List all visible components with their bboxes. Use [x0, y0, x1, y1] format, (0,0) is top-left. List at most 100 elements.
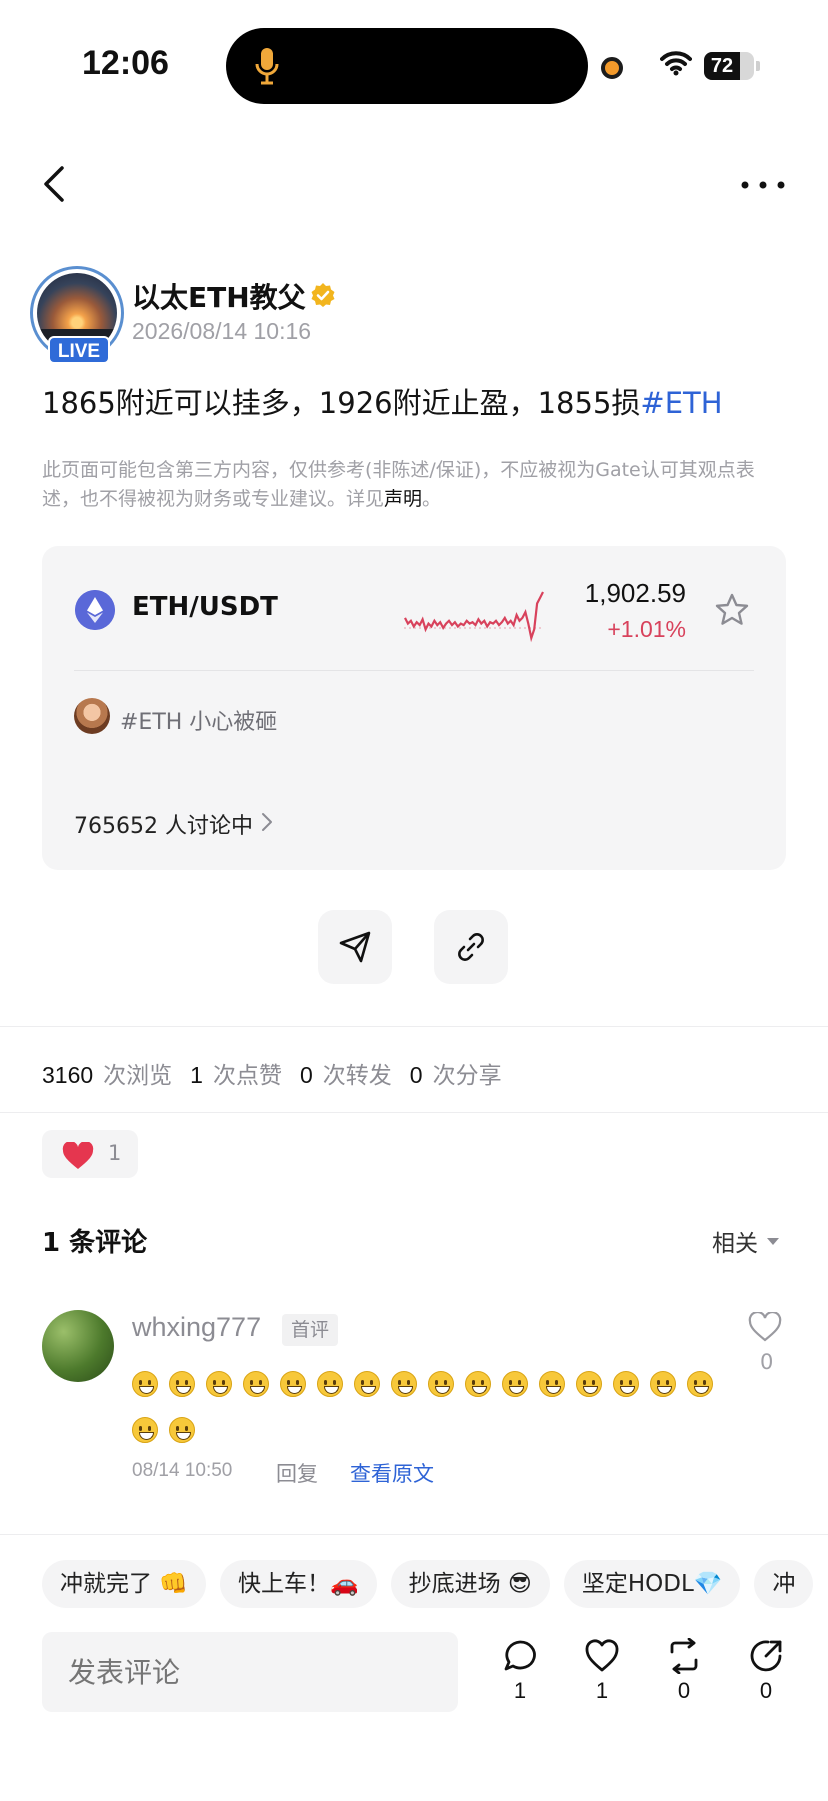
smiley-emoji-icon: [613, 1370, 639, 1397]
dynamic-island: [226, 28, 588, 104]
card-divider: [74, 670, 754, 671]
smiley-emoji-icon: [317, 1370, 343, 1397]
quick-reply-chips: 冲就完了 👊 快上车！🚗 抄底进场 😎 坚定HODL💎 冲: [42, 1560, 827, 1608]
post-hashtag[interactable]: #ETH: [640, 386, 722, 420]
topic-text[interactable]: #ETH 小心被砸: [120, 704, 277, 736]
disclaimer-end: 。: [422, 488, 442, 510]
repost-count: 0: [677, 1678, 691, 1703]
smiley-emoji-icon: [169, 1416, 195, 1443]
share-button[interactable]: 0: [736, 1638, 796, 1704]
smiley-emoji-icon: [539, 1370, 565, 1397]
section-divider: [0, 1534, 828, 1535]
battery-cap: [756, 61, 760, 71]
like-button[interactable]: 1: [572, 1638, 632, 1704]
battery-icon: 72: [704, 52, 754, 80]
disclaimer: 此页面可能包含第三方内容，仅供参考(非陈述/保证)，不应被视为Gate认可其观点…: [42, 456, 792, 514]
repost-button[interactable]: 0: [654, 1638, 714, 1704]
reaction-chip[interactable]: 1: [42, 1130, 138, 1178]
price-change: +1.01%: [607, 616, 686, 642]
chevron-right-icon[interactable]: [260, 812, 274, 832]
comment-body: [132, 1360, 732, 1452]
shares-label: 次分享: [432, 1063, 502, 1089]
post-text: 1865附近可以挂多，1926附近止盈，1855损: [42, 386, 641, 420]
likes-count: 1: [190, 1062, 203, 1088]
back-icon[interactable]: [38, 164, 72, 204]
discussion-count[interactable]: 765652 人讨论中: [74, 808, 253, 840]
heart-outline-icon: [585, 1639, 619, 1672]
comment-button[interactable]: 1: [490, 1638, 550, 1704]
battery-percent: 72: [710, 55, 734, 77]
first-comment-badge: 首评: [282, 1314, 339, 1346]
send-button[interactable]: [318, 910, 392, 984]
smiley-emoji-icon: [206, 1370, 232, 1397]
live-badge[interactable]: LIVE: [48, 336, 110, 364]
recording-indicator: [601, 57, 623, 79]
comment-count: 1: [513, 1678, 527, 1703]
reposts-label: 次转发: [322, 1063, 392, 1089]
smiley-emoji-icon: [502, 1370, 528, 1397]
smiley-emoji-icon: [650, 1370, 676, 1397]
comment-like-icon[interactable]: [748, 1312, 782, 1342]
smiley-emoji-icon: [687, 1370, 713, 1397]
reaction-count: 1: [108, 1141, 122, 1165]
section-divider: [0, 1026, 828, 1027]
author-name[interactable]: 以太ETH教父: [132, 276, 306, 316]
smiley-emoji-icon: [391, 1370, 417, 1397]
reposts-count: 0: [299, 1062, 313, 1088]
ethereum-icon: [75, 590, 115, 630]
verified-badge-icon: [311, 283, 335, 307]
wifi-icon: [660, 51, 692, 76]
commenter-avatar[interactable]: [42, 1310, 114, 1382]
quick-reply-chip[interactable]: 坚定HODL💎: [563, 1560, 741, 1608]
sparkline-series: [404, 591, 544, 643]
comments-title: 1 条评论: [42, 1228, 148, 1258]
comment-like-count: 0: [760, 1350, 774, 1374]
status-bar: 12:06 72: [0, 0, 828, 130]
sort-dropdown[interactable]: 相关: [712, 1224, 758, 1258]
smiley-emoji-icon: [132, 1370, 158, 1397]
reply-button[interactable]: 回复: [276, 1458, 318, 1488]
price-sparkline: [404, 591, 544, 643]
copy-link-button[interactable]: [434, 910, 508, 984]
trading-pair: ETH/USDT: [132, 592, 278, 622]
smiley-emoji-icon: [280, 1370, 306, 1397]
post-stats: 3160 次浏览 1 次点赞 0 次转发 0 次分享: [42, 1056, 520, 1090]
caret-down-icon[interactable]: [766, 1237, 780, 1246]
disclaimer-link[interactable]: 声明: [384, 488, 422, 510]
more-options-icon[interactable]: [738, 170, 788, 200]
view-original-button[interactable]: 查看原文: [350, 1458, 434, 1488]
smiley-emoji-icon: [354, 1370, 380, 1397]
quick-reply-chip[interactable]: 抄底进场 😎: [390, 1560, 550, 1608]
quick-reply-chip[interactable]: 快上车！🚗: [219, 1560, 377, 1608]
paper-plane-icon: [339, 931, 371, 963]
share-icon: [750, 1640, 782, 1672]
shares-count: 0: [409, 1062, 423, 1088]
link-icon: [458, 933, 484, 961]
views-label: 次浏览: [103, 1063, 173, 1089]
quick-reply-chip[interactable]: 冲: [754, 1560, 814, 1608]
commenter-name[interactable]: whxing777: [132, 1312, 261, 1343]
smiley-emoji-icon: [465, 1370, 491, 1397]
like-count: 1: [595, 1678, 609, 1703]
post-timestamp: 2026/08/14 10:16: [132, 318, 312, 344]
comment-input[interactable]: [42, 1632, 458, 1712]
smiley-emoji-icon: [243, 1370, 269, 1397]
favorite-star-icon[interactable]: [714, 592, 750, 628]
status-time: 12:06: [82, 44, 169, 82]
heart-icon: [62, 1142, 94, 1169]
smiley-emoji-icon: [132, 1416, 158, 1443]
post-content: 1865附近可以挂多，1926附近止盈，1855损#ETH: [42, 380, 723, 422]
microphone-icon: [255, 48, 279, 85]
smiley-emoji-icon: [428, 1370, 454, 1397]
likes-label: 次点赞: [212, 1063, 282, 1089]
repost-icon: [670, 1638, 698, 1674]
views-count: 3160: [42, 1062, 94, 1088]
section-divider: [0, 1112, 828, 1113]
quick-reply-chip[interactable]: 冲就完了 👊: [42, 1560, 206, 1608]
comment-time: 08/14 10:50: [132, 1460, 233, 1481]
comment-bubble-icon: [504, 1640, 536, 1671]
price: 1,902.59: [584, 578, 686, 608]
market-card[interactable]: ETH/USDT 1,902.59 +1.01% #ETH 小心被砸 76565…: [42, 546, 786, 870]
share-count: 0: [759, 1678, 773, 1703]
smiley-emoji-icon: [576, 1370, 602, 1397]
